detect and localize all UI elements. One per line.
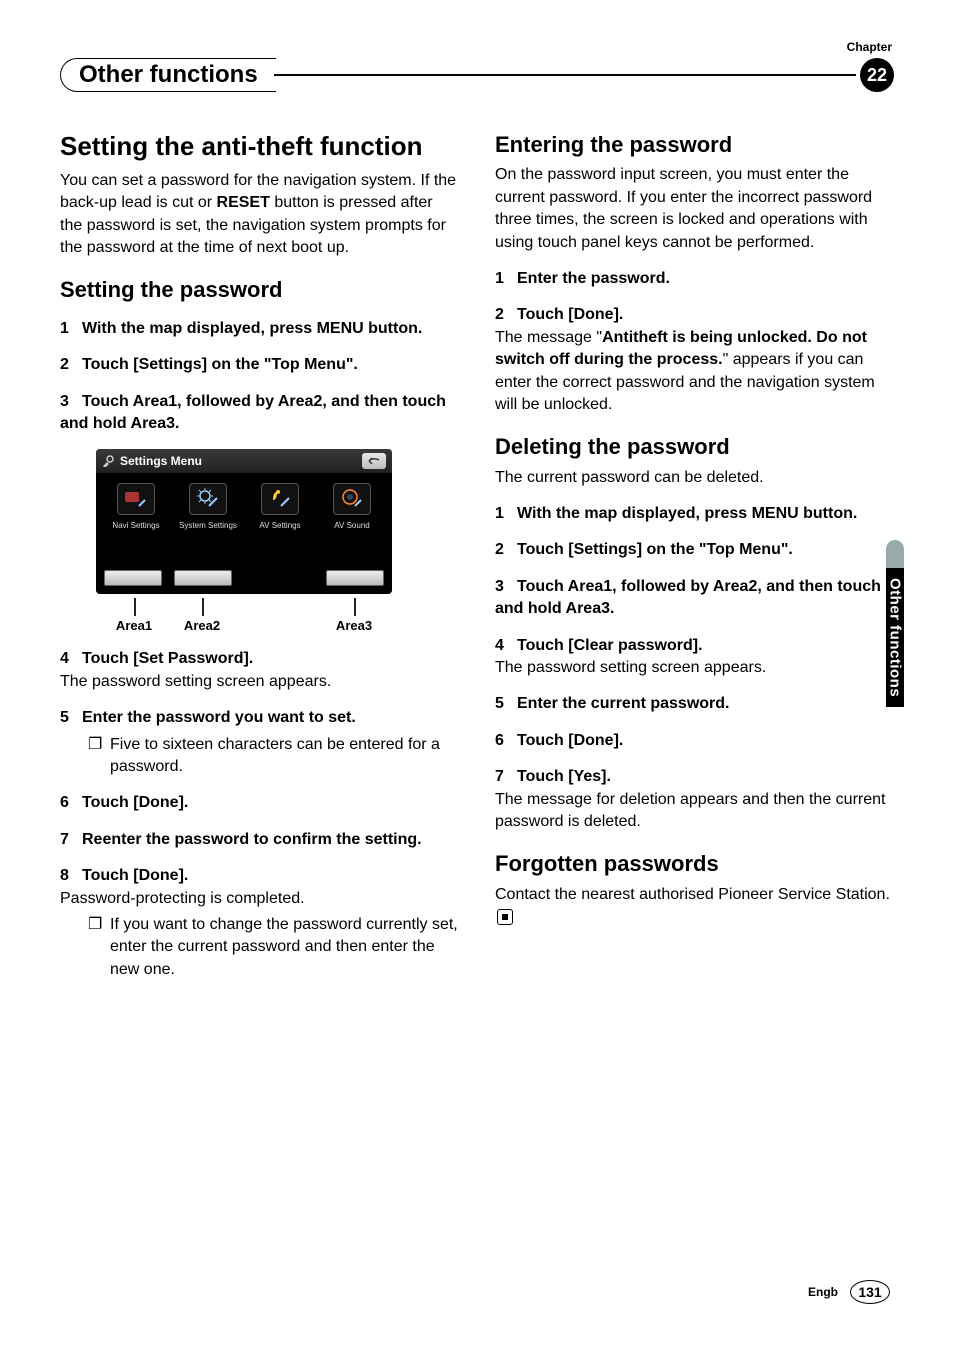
delete-step-4-text: Touch [Clear password].	[517, 637, 703, 654]
step-8-note: ❐If you want to change the password curr…	[88, 914, 459, 981]
delete-step-4: 4Touch [Clear password].	[495, 635, 894, 657]
delete-step-1: 1With the map displayed, press MENU butt…	[495, 503, 894, 525]
back-button[interactable]	[362, 453, 386, 469]
delete-step-3: 3Touch Area1, followed by Area2, and the…	[495, 576, 894, 621]
page-number: 131	[850, 1280, 890, 1304]
entering-password-paragraph: On the password input screen, you must e…	[495, 164, 894, 254]
tool-icon	[102, 455, 114, 467]
enter-step-2: 2Touch [Done].	[495, 304, 894, 326]
step-1-text: With the map displayed, press MENU butto…	[82, 320, 422, 337]
heading-anti-theft: Setting the anti-theft function	[60, 132, 459, 162]
step-8: 8Touch [Done].	[60, 865, 459, 887]
end-of-section-icon	[497, 909, 513, 925]
reset-bold: RESET	[217, 194, 270, 211]
area1-button[interactable]	[104, 570, 162, 586]
intro-paragraph: You can set a password for the navigatio…	[60, 170, 459, 260]
step-2-text: Touch [Settings] on the "Top Menu".	[82, 356, 358, 373]
step-4-text: Touch [Set Password].	[82, 650, 253, 667]
step-6: 6Touch [Done].	[60, 792, 459, 814]
delete-step-5-text: Enter the current password.	[517, 695, 730, 712]
chapter-label: Chapter	[847, 40, 892, 54]
av-settings-label: AV Settings	[259, 521, 300, 530]
delete-step-2: 2Touch [Settings] on the "Top Menu".	[495, 539, 894, 561]
delete-step-5: 5Enter the current password.	[495, 693, 894, 715]
heading-entering-password: Entering the password	[495, 132, 894, 158]
step-5: 5Enter the password you want to set.	[60, 707, 459, 729]
step-8-note-text: If you want to change the password curre…	[110, 914, 459, 981]
step-7: 7Reenter the password to confirm the set…	[60, 829, 459, 851]
av-sound-item[interactable]: AV Sound	[317, 483, 387, 530]
step-3-text: Touch Area1, followed by Area2, and then…	[60, 393, 446, 432]
step-6-text: Touch [Done].	[82, 794, 188, 811]
av-sound-label: AV Sound	[334, 521, 369, 530]
system-settings-label: System Settings	[179, 521, 237, 530]
area-pointers: Area1 Area2 Area3	[96, 598, 392, 634]
heading-forgotten-passwords: Forgotten passwords	[495, 851, 894, 877]
system-settings-item[interactable]: System Settings	[173, 483, 243, 530]
area3-button[interactable]	[326, 570, 384, 586]
step-1: 1With the map displayed, press MENU butt…	[60, 318, 459, 340]
step-5-note: ❐Five to sixteen characters can be enter…	[88, 734, 459, 779]
enter-step-1: 1Enter the password.	[495, 268, 894, 290]
delete-step-7: 7Touch [Yes].	[495, 766, 894, 788]
area2-button[interactable]	[174, 570, 232, 586]
heading-deleting-password: Deleting the password	[495, 434, 894, 460]
step-8-after: Password-protecting is completed.	[60, 888, 459, 910]
side-tab: Other functions	[886, 540, 904, 707]
delete-step-4-after: The password setting screen appears.	[495, 657, 894, 679]
enter-step-2-after: The message "Antitheft is being unlocked…	[495, 327, 894, 417]
heading-setting-password: Setting the password	[60, 277, 459, 303]
title-bar: Other functions 22	[60, 58, 894, 92]
av-settings-item[interactable]: AV Settings	[245, 483, 315, 530]
delete-step-6: 6Touch [Done].	[495, 730, 894, 752]
delete-step-3-text: Touch Area1, followed by Area2, and then…	[495, 578, 881, 617]
delete-step-6-text: Touch [Done].	[517, 732, 623, 749]
right-column: Entering the password On the password in…	[495, 132, 894, 981]
deleting-password-paragraph: The current password can be deleted.	[495, 467, 894, 489]
side-tab-label: Other functions	[886, 568, 904, 707]
footer-language: Engb	[808, 1285, 838, 1299]
section-title: Other functions	[79, 61, 258, 88]
step-5-text: Enter the password you want to set.	[82, 709, 356, 726]
left-column: Setting the anti-theft function You can …	[60, 132, 459, 981]
step-3: 3Touch Area1, followed by Area2, and the…	[60, 391, 459, 436]
area2-label: Area2	[184, 618, 220, 633]
chapter-number-badge: 22	[860, 58, 894, 92]
delete-step-7-after: The message for deletion appears and the…	[495, 789, 894, 834]
forgotten-passwords-paragraph: Contact the nearest authorised Pioneer S…	[495, 884, 894, 929]
step-8-text: Touch [Done].	[82, 867, 188, 884]
area3-label: Area3	[336, 618, 372, 633]
settings-menu-screenshot: Settings Menu Navi Settings	[96, 449, 392, 594]
navi-settings-label: Navi Settings	[112, 521, 159, 530]
e2-after-a: The message "	[495, 329, 602, 346]
forgotten-text: Contact the nearest authorised Pioneer S…	[495, 886, 890, 903]
step-5-note-text: Five to sixteen characters can be entere…	[110, 734, 459, 779]
delete-step-7-text: Touch [Yes].	[517, 768, 611, 785]
settings-menu-title: Settings Menu	[120, 454, 202, 468]
delete-step-2-text: Touch [Settings] on the "Top Menu".	[517, 541, 793, 558]
step-4: 4Touch [Set Password].	[60, 648, 459, 670]
navi-settings-item[interactable]: Navi Settings	[101, 483, 171, 530]
enter-step-2-text: Touch [Done].	[517, 306, 623, 323]
delete-step-1-text: With the map displayed, press MENU butto…	[517, 505, 857, 522]
step-7-text: Reenter the password to confirm the sett…	[82, 831, 422, 848]
page-footer: Engb 131	[808, 1280, 890, 1304]
area1-label: Area1	[116, 618, 152, 633]
step-2: 2Touch [Settings] on the "Top Menu".	[60, 354, 459, 376]
enter-step-1-text: Enter the password.	[517, 270, 670, 287]
step-4-after: The password setting screen appears.	[60, 671, 459, 693]
